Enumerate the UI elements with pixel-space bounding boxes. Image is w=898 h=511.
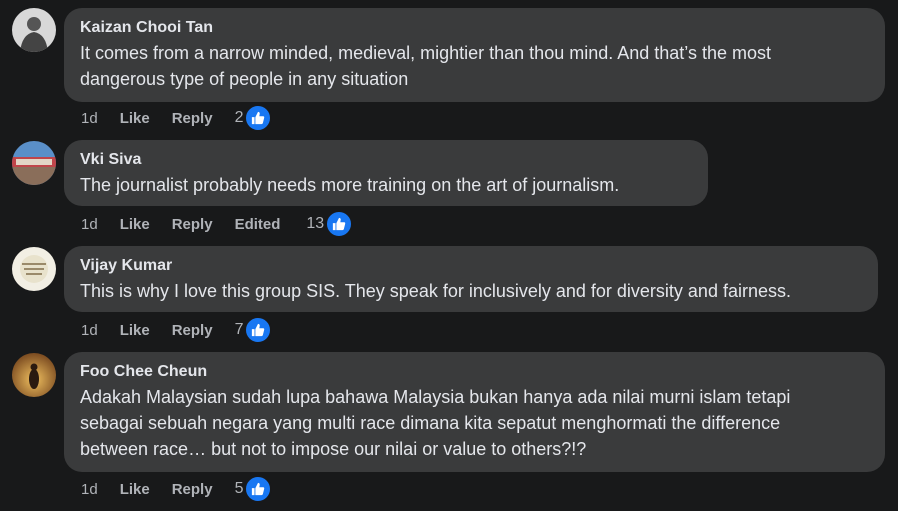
reply-button[interactable]: Reply (172, 481, 213, 498)
comment-author[interactable]: Foo Chee Cheun (80, 360, 869, 384)
comment-actions: 1d Like Reply 2 (81, 104, 273, 132)
comment-author[interactable]: Vijay Kumar (80, 254, 862, 278)
avatar[interactable] (12, 247, 56, 291)
comment-text-line: The journalist probably needs more train… (80, 175, 620, 195)
thumbs-up-icon (325, 210, 354, 238)
reaction-count-number: 7 (234, 321, 244, 338)
timestamp[interactable]: 1d (81, 322, 98, 339)
like-button[interactable]: Like (120, 110, 150, 127)
comment-actions: 1d Like Reply Edited 13 (81, 210, 354, 238)
reaction-count-number: 13 (306, 215, 325, 232)
reaction-count-number: 5 (234, 480, 244, 497)
like-button[interactable]: Like (120, 216, 150, 233)
comment-text-line: between race… but not to impose our nila… (80, 439, 587, 459)
comment-text-line: It comes from a narrow minded, medieval,… (80, 43, 771, 63)
comment-author[interactable]: Kaizan Chooi Tan (80, 16, 869, 40)
reaction-count[interactable]: 2 (235, 104, 273, 132)
comment-bubble: Vijay Kumar This is why I love this grou… (64, 246, 878, 312)
reply-button[interactable]: Reply (172, 110, 213, 127)
reaction-count[interactable]: 7 (235, 316, 273, 344)
thumbs-up-icon (244, 316, 273, 344)
reply-button[interactable]: Reply (172, 322, 213, 339)
like-button[interactable]: Like (120, 322, 150, 339)
comment-author[interactable]: Vki Siva (80, 148, 692, 172)
avatar[interactable] (12, 353, 56, 397)
avatar[interactable] (12, 8, 56, 52)
comment-text-line: This is why I love this group SIS. They … (80, 281, 791, 301)
reaction-count[interactable]: 13 (306, 210, 354, 238)
comment-text-line: dangerous type of people in any situatio… (80, 69, 409, 89)
timestamp[interactable]: 1d (81, 110, 98, 127)
comment-bubble: Kaizan Chooi Tan It comes from a narrow … (64, 8, 885, 102)
thumbs-up-icon (244, 104, 273, 132)
like-button[interactable]: Like (120, 481, 150, 498)
comment-text-line: sebagai sebuah negara yang multi race di… (80, 413, 781, 433)
timestamp[interactable]: 1d (81, 216, 98, 233)
avatar[interactable] (12, 141, 56, 185)
edited-label[interactable]: Edited (235, 216, 281, 233)
thumbs-up-icon (244, 475, 273, 503)
timestamp[interactable]: 1d (81, 481, 98, 498)
reply-button[interactable]: Reply (172, 216, 213, 233)
comment-actions: 1d Like Reply 5 (81, 475, 273, 503)
reaction-count[interactable]: 5 (235, 475, 273, 503)
comment-text-line: Adakah Malaysian sudah lupa bahawa Malay… (80, 387, 791, 407)
reaction-count-number: 2 (234, 109, 244, 126)
comment-bubble: Vki Siva The journalist probably needs m… (64, 140, 708, 206)
comment-bubble: Foo Chee Cheun Adakah Malaysian sudah lu… (64, 352, 885, 472)
comment-actions: 1d Like Reply 7 (81, 316, 273, 344)
